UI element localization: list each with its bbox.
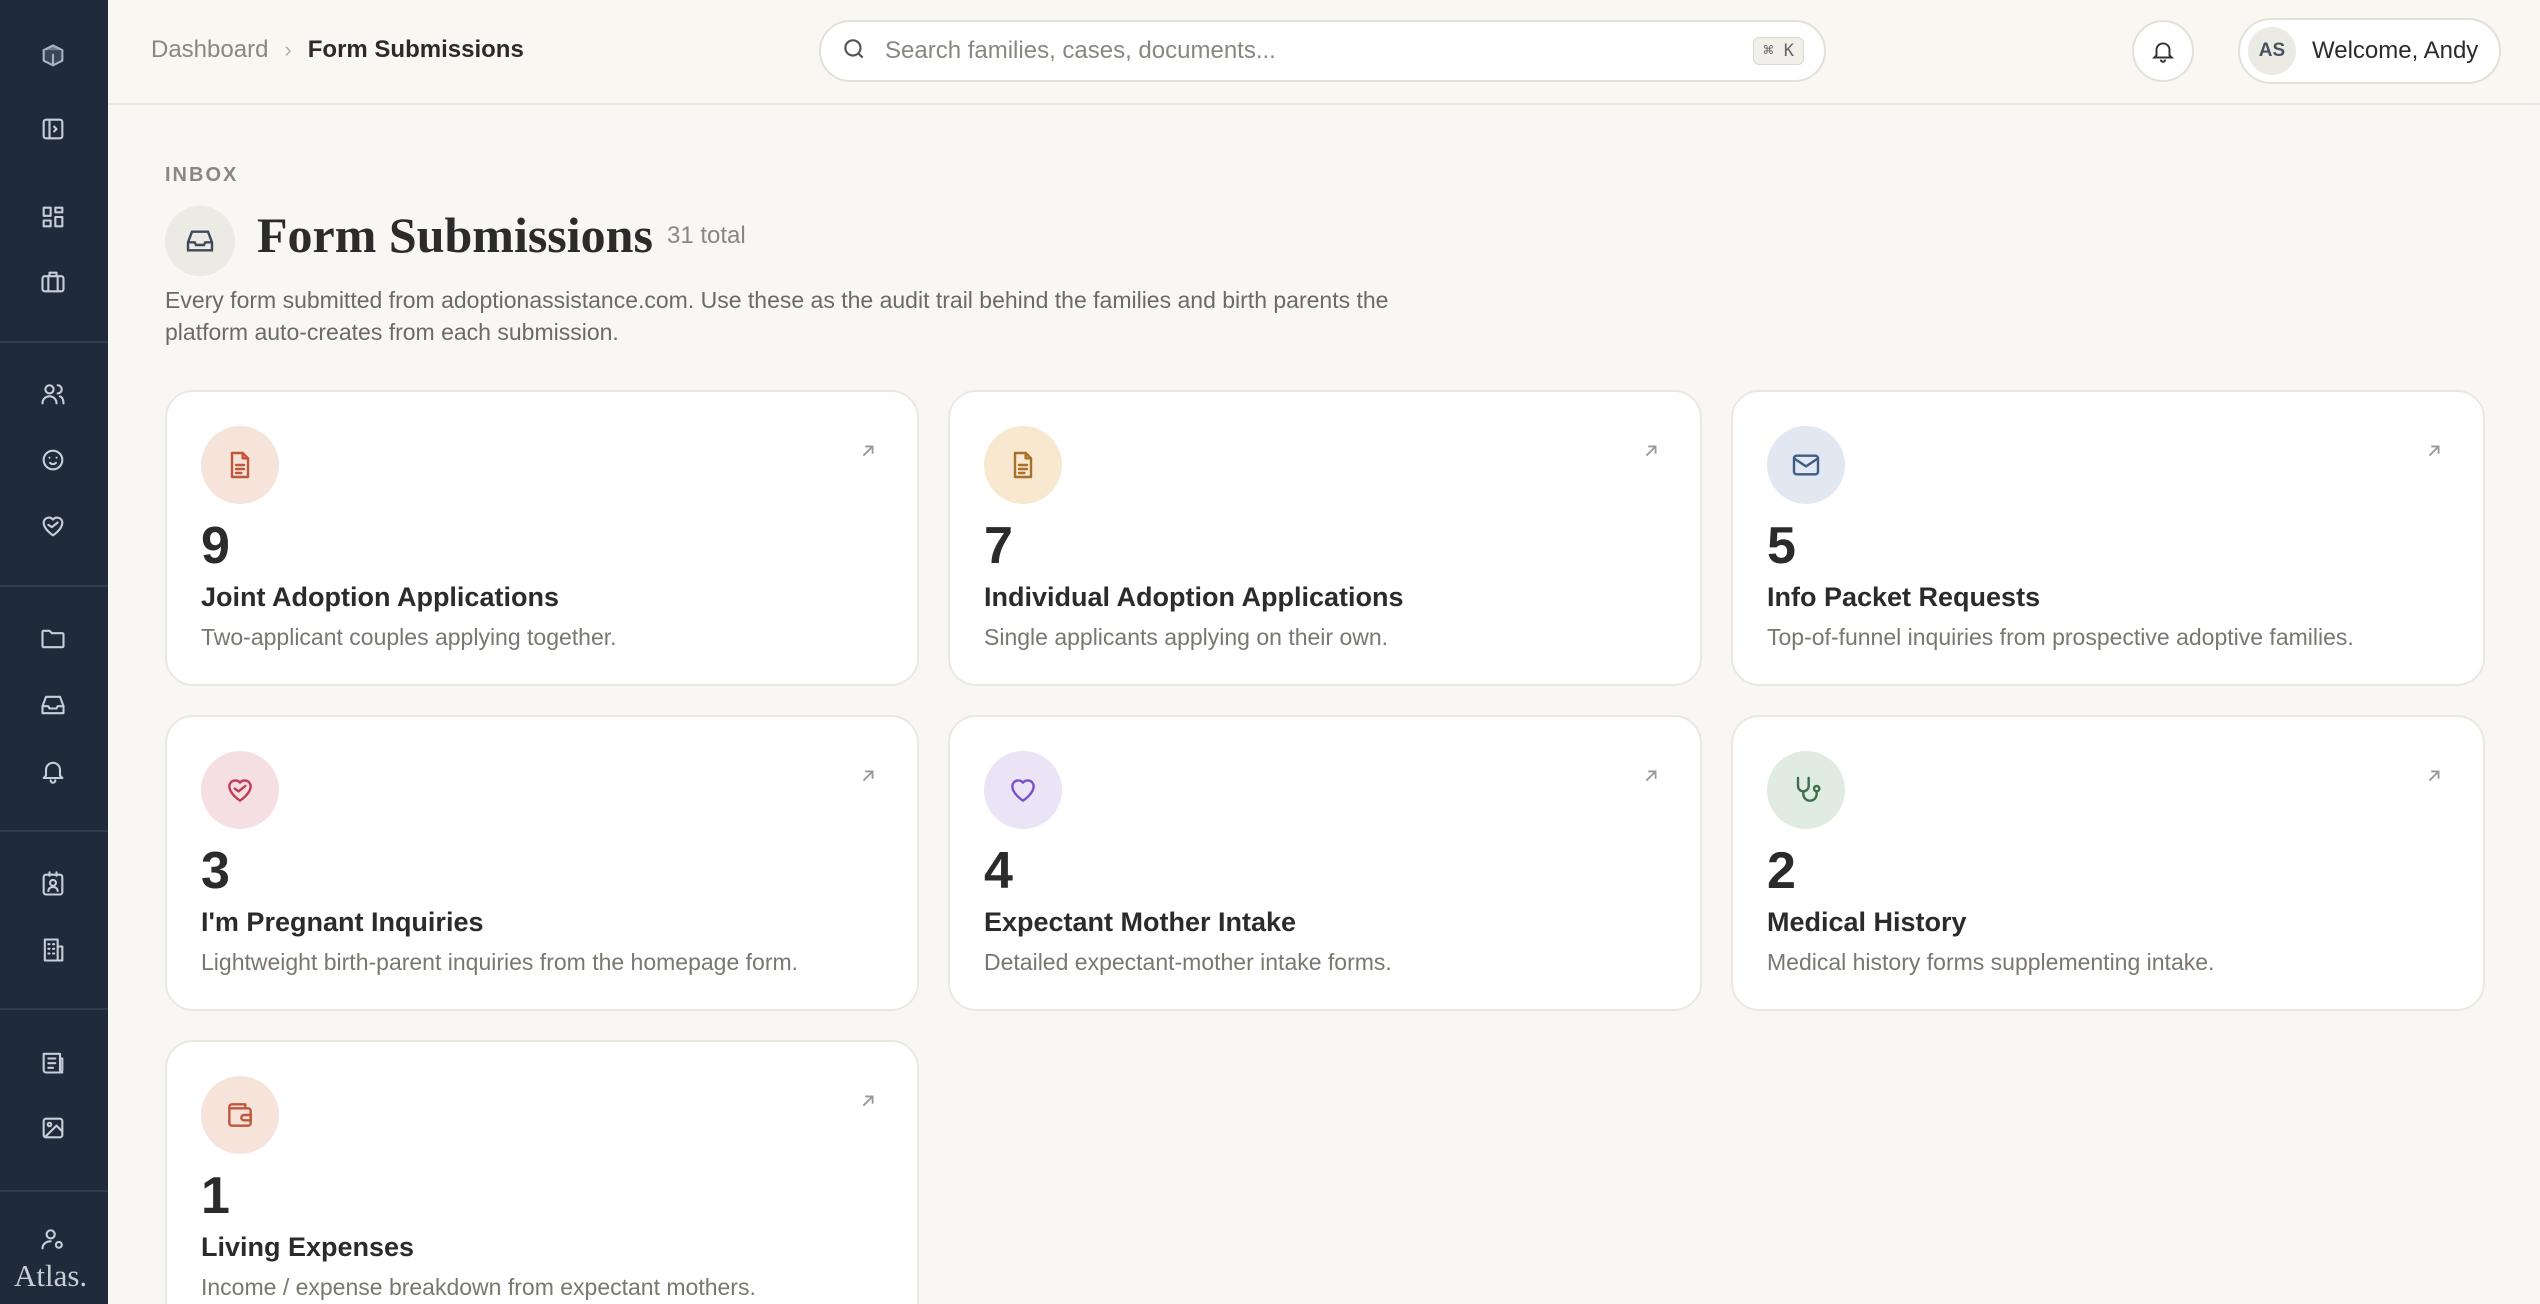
card-description: Two-applicant couples applying together. — [201, 624, 617, 650]
breadcrumb: Dashboard › Form Submissions — [151, 36, 524, 64]
breadcrumb-current: Form Submissions — [307, 36, 524, 63]
sidebar-item-account[interactable] — [30, 1216, 76, 1262]
card-count: 2 — [1767, 842, 1796, 900]
page-eyebrow: INBOX — [165, 164, 239, 186]
heart-handshake-icon — [201, 751, 279, 829]
card-individual-adoption[interactable]: 7 Individual Adoption Applications Singl… — [948, 390, 1702, 686]
card-count: 7 — [984, 517, 1013, 575]
card-title: Living Expenses — [201, 1232, 415, 1262]
card-description: Top-of-funnel inquiries from prospective… — [1767, 624, 2354, 650]
sidebar-divider — [0, 1008, 108, 1010]
sidebar-divider — [0, 830, 108, 832]
sidebar-item-children[interactable] — [30, 437, 76, 483]
notifications-button[interactable] — [2132, 20, 2194, 82]
card-medical-history[interactable]: 2 Medical History Medical history forms … — [1731, 715, 2485, 1011]
document-icon — [984, 426, 1062, 504]
sidebar-item-birth-parents[interactable] — [30, 503, 76, 549]
arrow-up-right-icon — [857, 440, 879, 462]
search-icon — [841, 36, 867, 67]
arrow-up-right-icon — [1640, 765, 1662, 787]
sidebar-toggle-icon[interactable] — [30, 106, 76, 152]
search-shortcut: ⌘ K — [1753, 37, 1804, 65]
card-expectant-mother-intake[interactable]: 4 Expectant Mother Intake Detailed expec… — [948, 715, 1702, 1011]
heart-icon — [984, 751, 1062, 829]
card-title: Individual Adoption Applications — [984, 582, 1404, 612]
sidebar-divider — [0, 341, 108, 343]
arrow-up-right-icon — [2423, 440, 2445, 462]
card-count: 4 — [984, 842, 1013, 900]
sidebar-item-families[interactable] — [30, 371, 76, 417]
search-input[interactable] — [885, 37, 1754, 65]
card-description: Lightweight birth-parent inquiries from … — [201, 949, 799, 975]
card-joint-adoption[interactable]: 9 Joint Adoption Applications Two-applic… — [165, 390, 919, 686]
card-count: 1 — [201, 1167, 230, 1225]
search-bar[interactable]: ⌘ K — [819, 20, 1826, 82]
page-title: Form Submissions — [257, 207, 653, 263]
bell-icon — [2151, 42, 2175, 63]
arrow-up-right-icon — [857, 1090, 879, 1112]
card-info-packet[interactable]: 5 Info Packet Requests Top-of-funnel inq… — [1731, 390, 2485, 686]
logo-icon[interactable] — [30, 33, 76, 79]
document-icon — [201, 426, 279, 504]
card-description: Single applicants applying on their own. — [984, 624, 1389, 650]
wallet-icon — [201, 1076, 279, 1154]
card-title: Joint Adoption Applications — [201, 582, 559, 612]
card-description: Income / expense breakdown from expectan… — [201, 1274, 756, 1300]
total-count: 31 total — [667, 222, 746, 249]
sidebar-item-dashboard[interactable] — [30, 194, 76, 240]
sidebar-item-cases[interactable] — [30, 259, 76, 305]
brand-logo: Atlas. — [14, 1258, 88, 1293]
sidebar-item-documents[interactable] — [30, 616, 76, 662]
top-bar: Dashboard › Form Submissions ⌘ K AS Welc… — [108, 0, 2540, 105]
mail-icon — [1767, 426, 1845, 504]
card-count: 3 — [201, 842, 230, 900]
card-count: 9 — [201, 517, 230, 575]
sidebar-item-contacts[interactable] — [30, 861, 76, 907]
arrow-up-right-icon — [1640, 440, 1662, 462]
sidebar-divider — [0, 1190, 108, 1192]
card-title: Medical History — [1767, 907, 1967, 937]
sidebar-item-media[interactable] — [30, 1105, 76, 1151]
card-pregnant-inquiries[interactable]: 3 I'm Pregnant Inquiries Lightweight bir… — [165, 715, 919, 1011]
sidebar-item-notifications[interactable] — [30, 748, 76, 794]
sidebar-item-articles[interactable] — [30, 1039, 76, 1085]
breadcrumb-dashboard[interactable]: Dashboard — [151, 36, 268, 64]
card-living-expenses[interactable]: 1 Living Expenses Income / expense break… — [165, 1040, 919, 1304]
welcome-text: Welcome, Andy — [2312, 37, 2479, 64]
card-title: Expectant Mother Intake — [984, 907, 1297, 937]
arrow-up-right-icon — [2423, 765, 2445, 787]
stethoscope-icon — [1767, 751, 1845, 829]
sidebar-item-agencies[interactable] — [30, 927, 76, 973]
card-title: I'm Pregnant Inquiries — [201, 907, 484, 937]
user-menu[interactable]: AS Welcome, Andy — [2238, 18, 2501, 84]
arrow-up-right-icon — [857, 765, 879, 787]
page-description: Every form submitted from adoptionassist… — [165, 287, 1389, 345]
card-title: Info Packet Requests — [1767, 582, 2041, 612]
sidebar: Atlas. — [0, 0, 108, 1304]
sidebar-divider — [0, 585, 108, 587]
card-description: Detailed expectant-mother intake forms. — [984, 949, 1392, 975]
avatar: AS — [2248, 27, 2296, 75]
sidebar-item-inbox[interactable] — [30, 682, 76, 728]
inbox-icon — [165, 206, 235, 276]
card-count: 5 — [1767, 517, 1796, 575]
card-description: Medical history forms supplementing inta… — [1767, 949, 2215, 975]
chevron-right-icon: › — [284, 37, 292, 62]
